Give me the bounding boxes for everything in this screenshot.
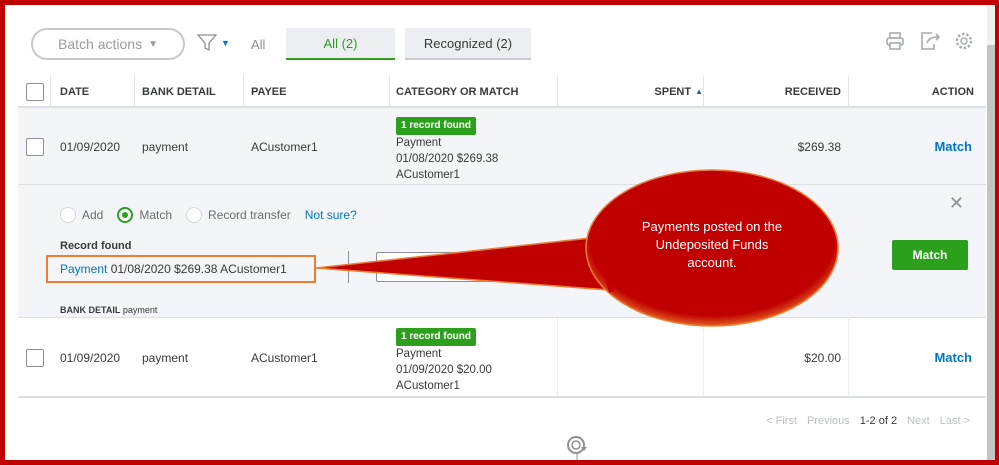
callout-shape — [315, 169, 839, 327]
callout-text: Payments posted on the Undeposited Funds… — [641, 219, 783, 270]
